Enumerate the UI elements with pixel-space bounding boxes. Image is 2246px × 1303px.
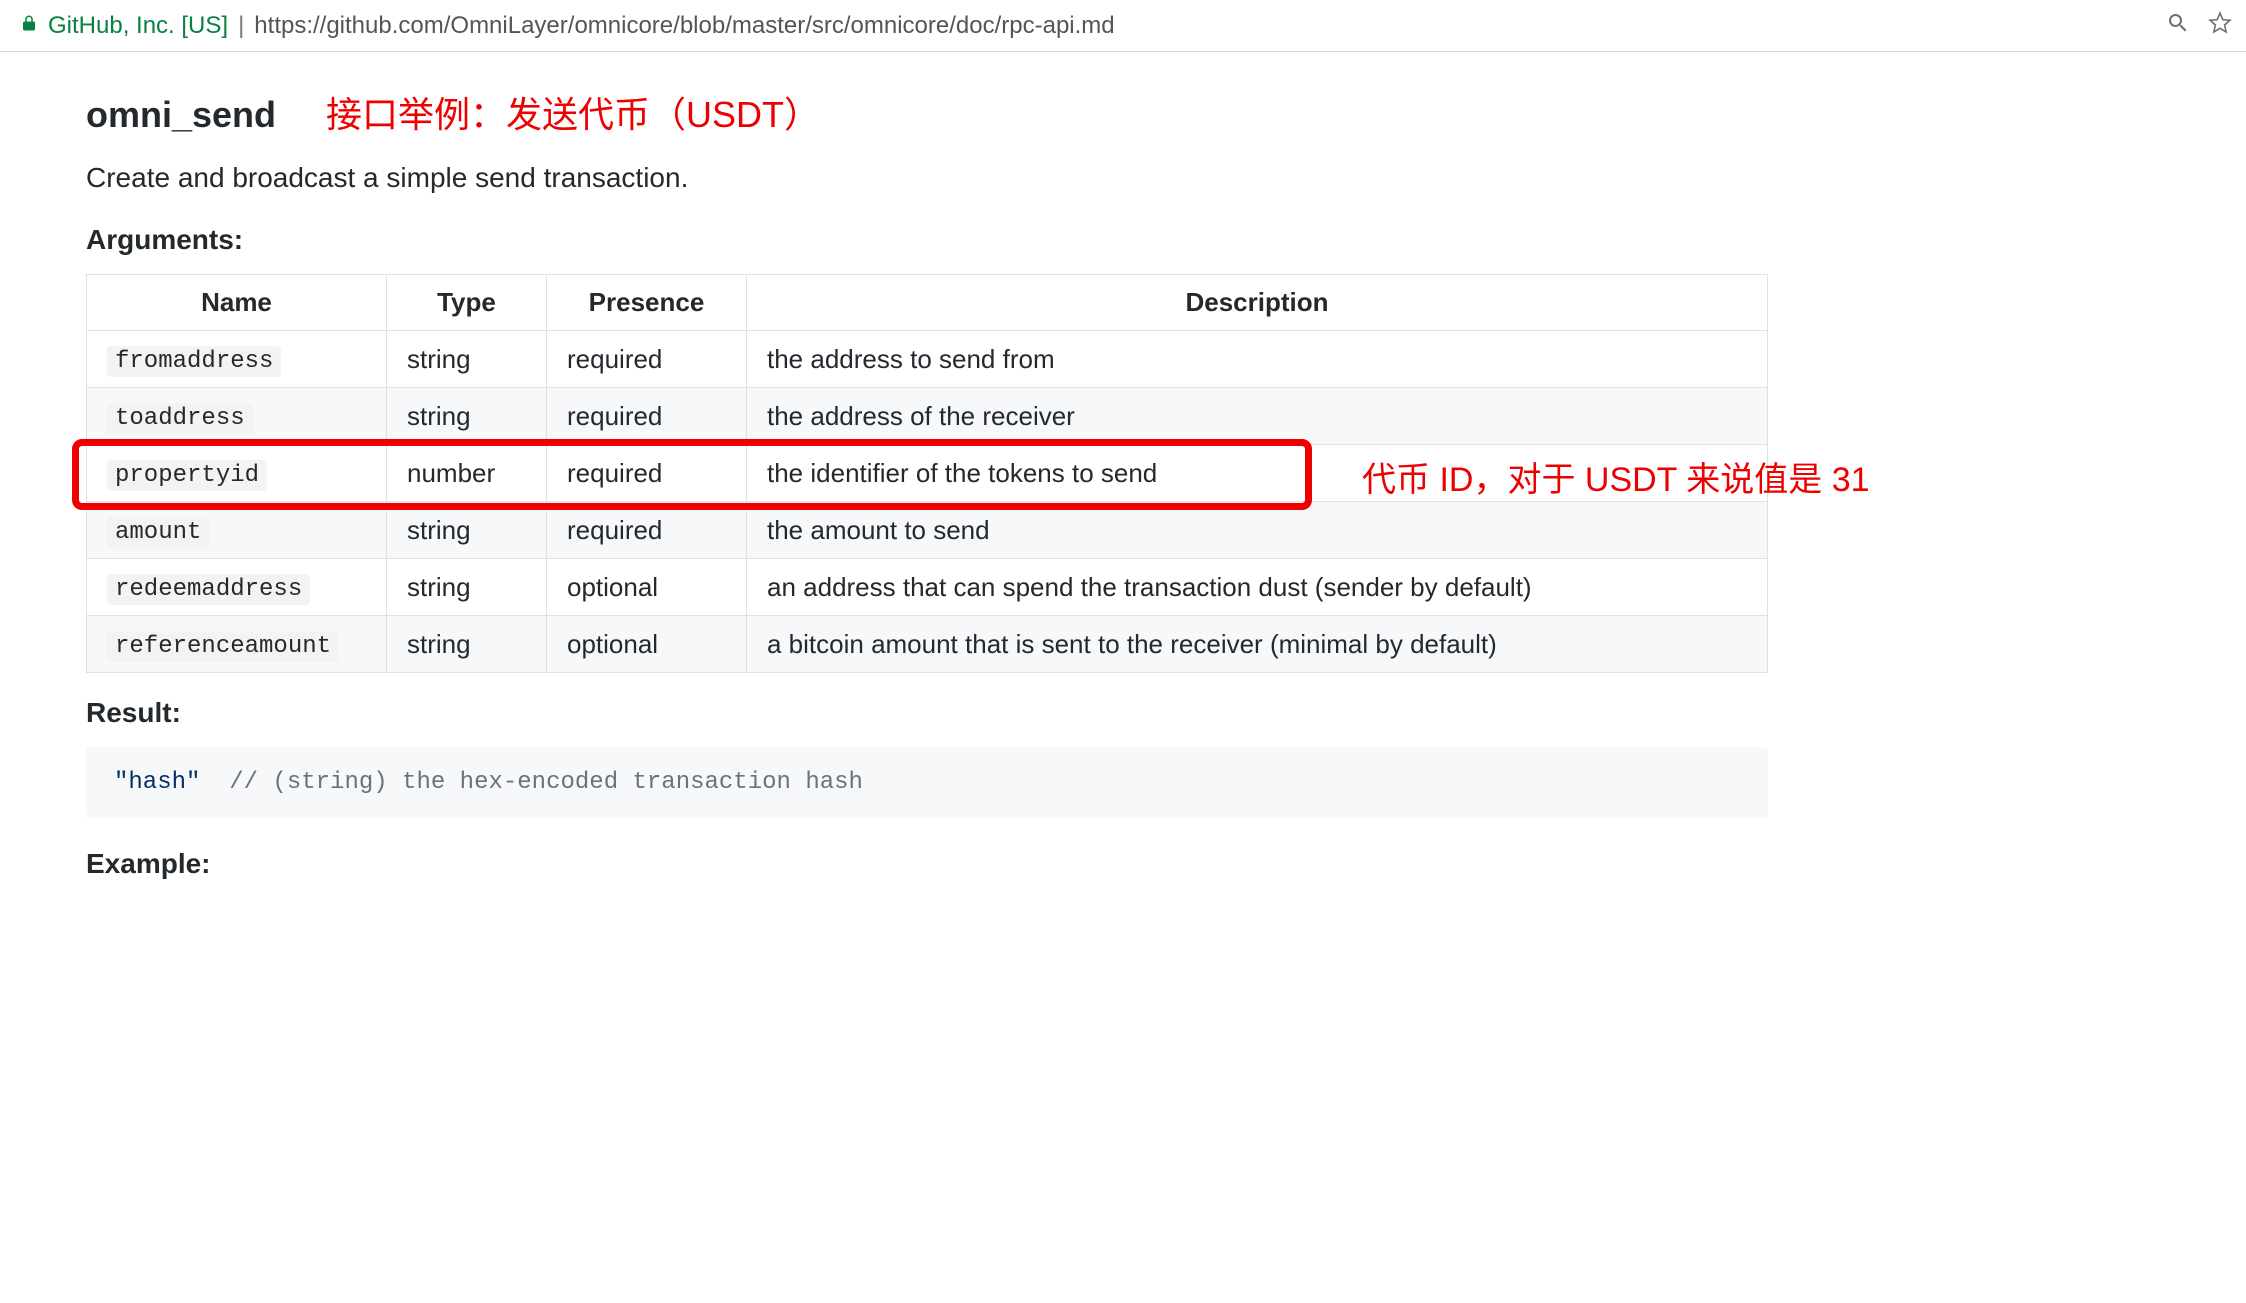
th-name: Name [87, 275, 387, 331]
lock-icon [20, 14, 38, 36]
table-header-row: Name Type Presence Description [87, 275, 1768, 331]
zoom-icon[interactable] [2166, 11, 2190, 41]
arg-name-code: propertyid [107, 460, 267, 491]
arg-name-code: redeemaddress [107, 574, 310, 605]
arg-name-code: amount [107, 517, 209, 548]
arg-name-code: toaddress [107, 403, 253, 434]
result-heading: Result: [86, 697, 2066, 729]
table-row: fromaddress stringrequiredthe address to … [87, 331, 1768, 388]
table-row: toaddress stringrequiredthe address of th… [87, 388, 1768, 445]
cell-description: the address of the receiver [747, 388, 1768, 445]
cell-presence: required [547, 331, 747, 388]
cell-type: string [387, 559, 547, 616]
th-presence: Presence [547, 275, 747, 331]
arguments-table-wrapper: Name Type Presence Description fromaddre… [86, 274, 2066, 673]
url-text[interactable]: https://github.com/OmniLayer/omnicore/bl… [254, 12, 2156, 40]
cell-type: number [387, 445, 547, 502]
cell-presence: optional [547, 559, 747, 616]
arguments-heading: Arguments: [86, 224, 2066, 256]
arg-name-code: fromaddress [107, 346, 281, 377]
cell-name: propertyid [87, 445, 387, 502]
cell-name: fromaddress [87, 331, 387, 388]
heading-annotation: 接口举例：发送代币（USDT） [326, 86, 820, 138]
cell-description: the amount to send [747, 502, 1768, 559]
arg-name-code: referenceamount [107, 631, 339, 662]
cell-type: string [387, 388, 547, 445]
section-description: Create and broadcast a simple send trans… [86, 162, 2066, 194]
cell-description: the address to send from [747, 331, 1768, 388]
table-row: redeemaddress stringoptionalan address th… [87, 559, 1768, 616]
cell-description: an address that can spend the transactio… [747, 559, 1768, 616]
cell-type: string [387, 616, 547, 673]
section-heading: omni_send [86, 94, 276, 136]
th-type: Type [387, 275, 547, 331]
site-identity-label: GitHub, Inc. [US] [48, 12, 228, 40]
cell-type: string [387, 502, 547, 559]
cell-presence: required [547, 388, 747, 445]
browser-address-bar: GitHub, Inc. [US] | https://github.com/O… [0, 0, 2246, 52]
cell-presence: optional [547, 616, 747, 673]
highlight-annotation: 代币 ID，对于 USDT 来说值是 31 [1362, 452, 1870, 501]
cell-name: amount [87, 502, 387, 559]
cell-presence: required [547, 502, 747, 559]
result-code-block: "hash" // (string) the hex-encoded trans… [86, 747, 1768, 818]
address-separator: | [238, 12, 244, 40]
cell-name: toaddress [87, 388, 387, 445]
example-heading: Example: [86, 848, 2066, 880]
th-description: Description [747, 275, 1768, 331]
document-content: omni_send 接口举例：发送代币（USDT） Create and bro… [0, 52, 2094, 880]
cell-description: a bitcoin amount that is sent to the rec… [747, 616, 1768, 673]
cell-name: redeemaddress [87, 559, 387, 616]
cell-type: string [387, 331, 547, 388]
result-string: "hash" [114, 769, 200, 796]
table-row: referenceamount stringoptionala bitcoin a… [87, 616, 1768, 673]
cell-name: referenceamount [87, 616, 387, 673]
table-row: amount stringrequiredthe amount to send [87, 502, 1768, 559]
result-comment: // (string) the hex-encoded transaction … [200, 769, 863, 796]
cell-presence: required [547, 445, 747, 502]
star-icon[interactable] [2208, 11, 2232, 41]
